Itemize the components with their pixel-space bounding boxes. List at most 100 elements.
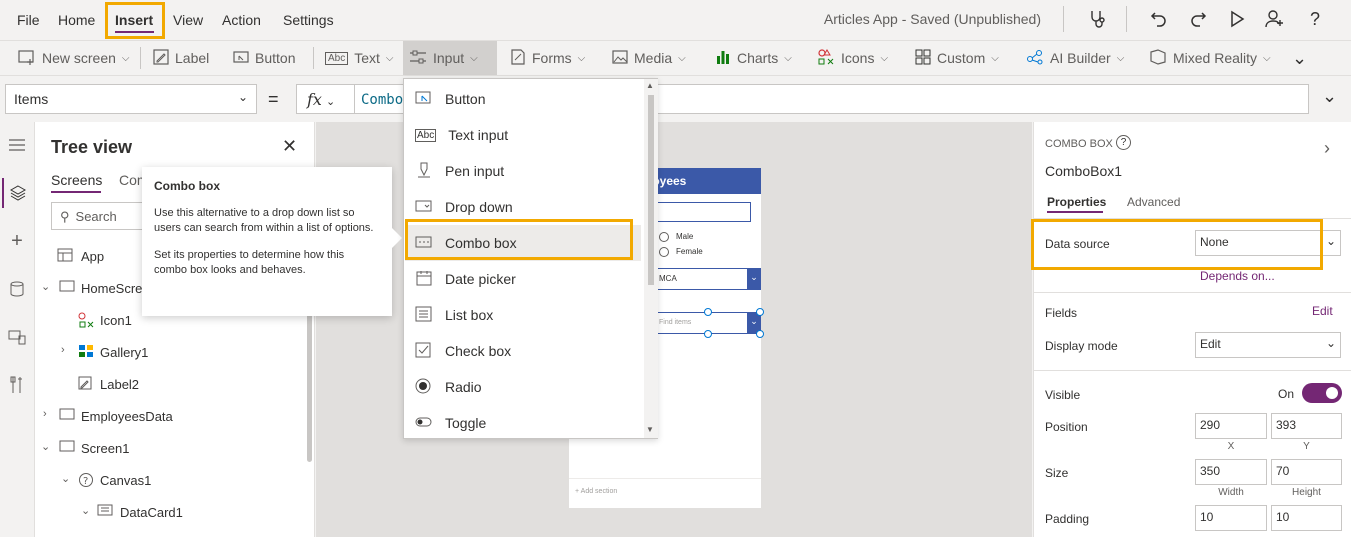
dropdown-preview-value: MCA [659,274,677,283]
ai-builder-button[interactable]: AI Builder ⌵ [1020,41,1130,75]
chevron-right-icon[interactable]: › [1324,138,1330,159]
data-cylinder-icon[interactable] [2,274,32,304]
forms-button[interactable]: Forms ⌵ [504,41,591,75]
tools-icon[interactable] [2,370,32,400]
tab-screens-underline [51,191,101,193]
toggle-knob [1326,387,1338,399]
menu-item-label: Text input [448,127,509,143]
custom-button[interactable]: Custom ⌵ [909,41,1005,75]
resize-handle[interactable] [756,308,764,316]
menu-item-button[interactable]: Button [405,81,641,117]
menu-item-label: Toggle [445,415,487,431]
icons-shapes-icon [817,48,835,69]
dropdown-preview[interactable]: MCA [655,268,761,290]
menu-view[interactable]: View [173,12,203,28]
width-input[interactable]: 350 [1195,459,1267,485]
tab-screens[interactable]: Screens [51,172,102,188]
text-button[interactable]: Abc Text ⌵ [319,41,400,75]
text-label: Text [354,50,380,66]
tree-item-screen1[interactable]: ⌄ Screen1 [35,432,305,464]
label-button[interactable]: Label [147,41,215,75]
insert-plus-icon[interactable]: + [2,226,32,256]
tree-item-employeesdata[interactable]: › EmployeesData [35,400,305,432]
help-icon[interactable]: ? [1116,135,1131,150]
menu-item-toggle[interactable]: Toggle [405,405,641,441]
close-icon[interactable]: ✕ [282,136,297,157]
chevron-down-icon: ⌄ [325,95,336,108]
depends-on-link[interactable]: Depends on... [1200,269,1275,283]
mixed-reality-button[interactable]: Mixed Reality ⌵ [1143,41,1277,75]
menu-item-date-picker[interactable]: Date picker [405,261,641,297]
app-icon [57,248,73,262]
menu-item-check-box[interactable]: Check box [405,333,641,369]
tree-item-gallery1[interactable]: › Gallery1 [35,336,305,368]
button-button[interactable]: Button [227,41,301,75]
dropdown-scrollbar-thumb[interactable] [648,95,654,285]
position-y-input[interactable]: 393 [1271,413,1342,439]
menu-item-radio[interactable]: Radio [405,369,641,405]
fx-button[interactable]: fx ⌄ [296,84,356,114]
chevron-down-icon: ⌵ [784,52,792,64]
redo-icon[interactable] [1186,8,1210,30]
menu-home[interactable]: Home [58,12,95,28]
tree-item-label: Gallery1 [100,345,149,360]
tree-item-canvas1[interactable]: ⌄ ? Canvas1 [35,464,305,496]
padding-input-2[interactable]: 10 [1271,505,1342,531]
input-button[interactable]: Input ⌵ [403,41,497,75]
hamburger-menu-icon[interactable] [2,130,32,160]
padding-label: Padding [1045,512,1090,526]
display-mode-dropdown[interactable]: Edit ⌄ [1195,332,1341,358]
label-icon [78,376,94,390]
datacard-icon [97,504,113,518]
pen-icon [415,162,433,181]
add-section-button[interactable]: + Add section [569,478,761,508]
charts-button[interactable]: Charts ⌵ [709,41,798,75]
button-label: Button [255,50,296,66]
menu-settings[interactable]: Settings [283,12,334,28]
tooltip-hint: Set its properties to determine how this… [154,249,345,276]
menu-item-list-box[interactable]: List box [405,297,641,333]
chevron-down-icon: ⌵ [1263,52,1271,64]
resize-handle[interactable] [756,330,764,338]
text-input-preview[interactable] [655,202,751,222]
menu-bar: File Home Insert View Action Settings Ar… [0,0,1351,40]
height-input[interactable]: 70 [1271,459,1342,485]
padding-input-1[interactable]: 10 [1195,505,1267,531]
chevron-down-icon: ⌄ [61,473,71,485]
visible-toggle[interactable] [1302,383,1342,403]
tree-item-label: Label2 [100,377,140,392]
media-button[interactable]: Media ⌵ [606,41,692,75]
radio-circle-icon [659,232,669,242]
app-checker-icon[interactable] [1085,8,1109,30]
scroll-down-icon[interactable]: ▼ [646,425,654,434]
menu-item-pen-input[interactable]: Pen input [405,153,641,189]
fields-edit-link[interactable]: Edit [1312,304,1333,318]
media-devices-icon[interactable] [2,322,32,352]
play-icon[interactable] [1225,8,1249,30]
tab-advanced[interactable]: Advanced [1127,195,1180,209]
width-label: Width [1218,487,1244,498]
input-sliders-icon [409,49,427,68]
tab-properties[interactable]: Properties [1047,195,1106,209]
menu-action[interactable]: Action [222,12,261,28]
scroll-up-icon[interactable]: ▲ [646,81,654,90]
control-name[interactable]: ComboBox1 [1045,163,1122,179]
new-screen-button[interactable]: New screen ⌵ [12,41,136,75]
property-dropdown[interactable]: Items ⌄ [5,84,257,114]
position-x-input[interactable]: 290 [1195,413,1267,439]
menu-item-text-input[interactable]: Abc Text input [405,117,641,153]
chevron-down-icon: ⌵ [678,52,686,64]
tree-item-label2[interactable]: Label2 [35,368,305,400]
resize-handle[interactable] [704,330,712,338]
menu-file[interactable]: File [17,12,40,28]
text-icon: Abc [325,51,349,65]
resize-handle[interactable] [704,308,712,316]
tree-view-layers-icon[interactable] [2,178,32,208]
tree-item-datacard1[interactable]: ⌄ DataCard1 [35,496,305,528]
share-user-icon[interactable] [1263,8,1287,30]
help-icon[interactable]: ? [1303,8,1327,30]
undo-icon[interactable] [1147,8,1171,30]
icons-button[interactable]: Icons ⌵ [811,41,894,75]
ribbon-more-icon[interactable]: ⌄ [1286,41,1313,75]
expand-formula-icon[interactable]: ⌄ [1322,86,1337,107]
